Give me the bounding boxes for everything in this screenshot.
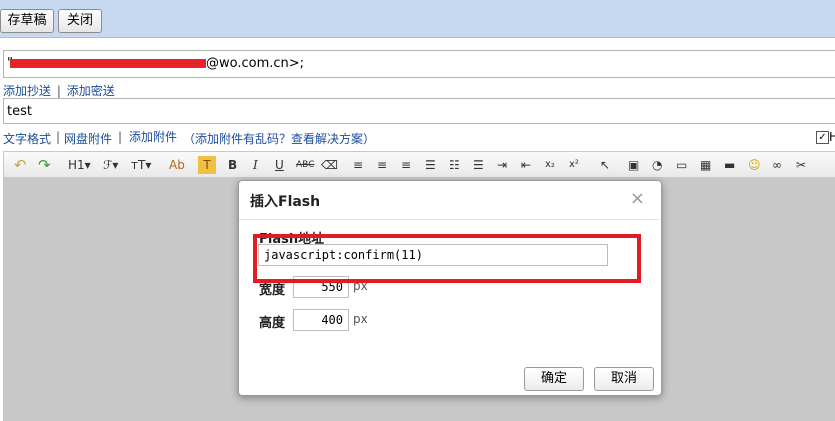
- subscript-button[interactable]: x₂: [545, 156, 555, 174]
- align-left-icon[interactable]: ≡: [353, 156, 363, 174]
- font-color-button[interactable]: Ab: [169, 156, 185, 174]
- font-family-dropdown[interactable]: ℱ▾: [103, 156, 118, 174]
- redo-icon[interactable]: ↷: [38, 156, 51, 174]
- cc-bcc-links: 添加抄送 | 添加密送: [3, 82, 115, 99]
- attachment-bar: 文字格式 | 网盘附件 | 添加附件 （添加附件有乱码？查看解决方案） ✓ H: [3, 130, 835, 150]
- link-icon[interactable]: ∞: [772, 156, 782, 174]
- insert-flash-icon[interactable]: ◔: [652, 156, 662, 174]
- garbled-help-link[interactable]: （添加附件有乱码？查看解决方案）: [183, 130, 375, 147]
- strikethrough-button[interactable]: ABC: [296, 156, 314, 174]
- separator-2: |: [118, 130, 123, 144]
- insert-hr-icon[interactable]: ▬: [724, 156, 735, 174]
- insert-media-icon[interactable]: ▭: [676, 156, 687, 174]
- recipient-field[interactable]: " @wo.com.cn>;: [3, 50, 835, 78]
- dialog-title: 插入Flash: [250, 194, 321, 210]
- text-format-link[interactable]: 文字格式: [3, 130, 51, 147]
- outdent-icon[interactable]: ⇤: [521, 156, 531, 174]
- insert-flash-dialog: 插入Flash × Flash地址 javascript:confirm(11)…: [238, 180, 662, 396]
- superscript-button[interactable]: x²: [569, 156, 579, 174]
- ordered-list-icon[interactable]: ☷: [449, 156, 460, 174]
- ok-button[interactable]: 确定: [524, 367, 584, 391]
- netdisk-attachment-link[interactable]: 网盘附件: [64, 130, 112, 147]
- annotation-highlight-box: [253, 234, 641, 283]
- unordered-list-icon[interactable]: ☰: [473, 156, 484, 174]
- heading-dropdown[interactable]: H1▾: [68, 156, 91, 174]
- add-cc-link[interactable]: 添加抄送: [3, 84, 51, 98]
- save-draft-button[interactable]: 存草稿: [0, 9, 54, 33]
- redaction-bar: [10, 59, 206, 68]
- add-attachment-link[interactable]: 添加附件: [129, 128, 177, 145]
- editor-toolbar: ↶ ↷ H1▾ ℱ▾ тT▾ Ab T B I U ABC ⌫ ≡ ≡ ≡ ☰ …: [3, 151, 835, 178]
- emoticon-icon[interactable]: ☺: [748, 156, 761, 174]
- subject-value: test: [7, 104, 32, 119]
- insert-table-icon[interactable]: ▦: [700, 156, 711, 174]
- cancel-button[interactable]: 取消: [594, 367, 654, 391]
- eraser-icon[interactable]: ⌫: [321, 156, 338, 174]
- undo-icon[interactable]: ↶: [14, 156, 27, 174]
- bold-button[interactable]: B: [228, 156, 237, 174]
- insert-image-icon[interactable]: ▣: [628, 156, 639, 174]
- recipient-address: @wo.com.cn>;: [206, 56, 305, 71]
- select-cursor-icon[interactable]: ↖: [600, 156, 610, 174]
- link-separator: |: [56, 84, 61, 98]
- underline-button[interactable]: U: [275, 156, 284, 174]
- subject-field[interactable]: test: [3, 98, 835, 124]
- unlink-icon[interactable]: ✂: [796, 156, 806, 174]
- right-checkbox[interactable]: ✓: [816, 131, 829, 144]
- top-action-bar: 存草稿 关闭: [0, 0, 835, 38]
- separator-1: |: [56, 130, 61, 144]
- height-label: 高度: [259, 316, 286, 331]
- highlight-button[interactable]: T: [198, 156, 216, 174]
- italic-button[interactable]: I: [253, 156, 258, 174]
- close-button[interactable]: 关闭: [58, 9, 102, 33]
- height-input[interactable]: 400: [293, 309, 349, 331]
- align-right-icon[interactable]: ≡: [401, 156, 411, 174]
- close-icon[interactable]: ×: [630, 188, 645, 209]
- align-center-icon[interactable]: ≡: [377, 156, 387, 174]
- font-size-dropdown[interactable]: тT▾: [131, 156, 151, 174]
- right-checkbox-label: H: [829, 130, 835, 144]
- dialog-header: 插入Flash ×: [239, 181, 659, 220]
- justify-icon[interactable]: ☰: [425, 156, 436, 174]
- height-unit: px: [353, 312, 368, 326]
- indent-icon[interactable]: ⇥: [497, 156, 507, 174]
- add-bcc-link[interactable]: 添加密送: [67, 84, 115, 98]
